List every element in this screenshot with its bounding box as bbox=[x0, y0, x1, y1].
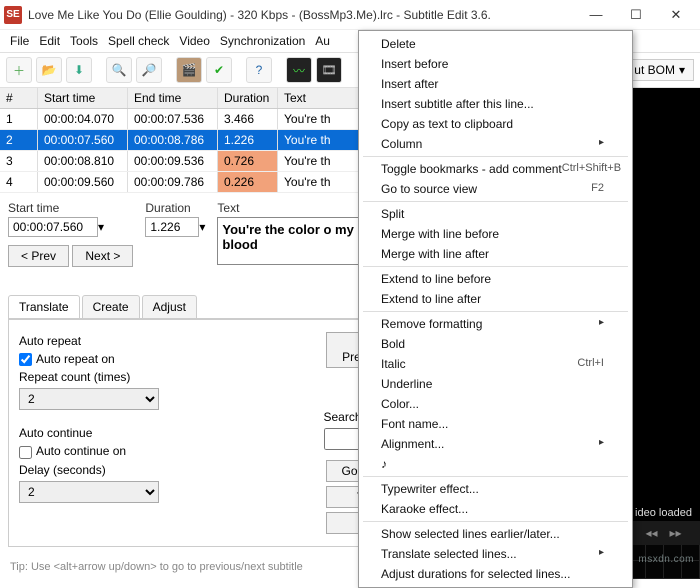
watermark: msxdn.com bbox=[638, 554, 694, 565]
context-menu-item[interactable]: Insert after bbox=[359, 74, 632, 94]
skip-back-icon[interactable]: ◂◂ bbox=[645, 526, 657, 540]
menu-tools[interactable]: Tools bbox=[70, 34, 98, 48]
menu-spellcheck[interactable]: Spell check bbox=[108, 34, 169, 48]
text-label: Text bbox=[217, 201, 239, 215]
help-icon[interactable]: ? bbox=[246, 57, 272, 83]
context-menu-item[interactable]: ♪ bbox=[359, 454, 632, 474]
menu-video[interactable]: Video bbox=[179, 34, 209, 48]
play-icon[interactable]: ▸▸ bbox=[670, 526, 682, 540]
context-menu-item[interactable]: Split bbox=[359, 204, 632, 224]
context-menu[interactable]: DeleteInsert beforeInsert afterInsert su… bbox=[358, 30, 633, 588]
menu-file[interactable]: File bbox=[10, 34, 29, 48]
text-input[interactable]: You're the color o my blood bbox=[217, 217, 377, 265]
duration-label: Duration bbox=[145, 201, 205, 215]
tab-adjust[interactable]: Adjust bbox=[142, 295, 197, 318]
context-menu-item[interactable]: Copy as text to clipboard bbox=[359, 114, 632, 134]
context-menu-item[interactable]: Karaoke effect... bbox=[359, 499, 632, 519]
autorepeat-on-label: Auto repeat on bbox=[36, 352, 115, 366]
visualsync-icon[interactable]: 🎬 bbox=[176, 57, 202, 83]
spectrogram-icon[interactable]: 🎞 bbox=[316, 57, 342, 83]
context-menu-item[interactable]: Column bbox=[359, 134, 632, 154]
autocontinue-label: Auto continue bbox=[19, 426, 304, 440]
context-menu-item[interactable]: Extend to line before bbox=[359, 269, 632, 289]
col-end[interactable]: End time bbox=[128, 88, 218, 108]
close-button[interactable]: ✕ bbox=[656, 3, 696, 27]
chevron-down-icon: ▾ bbox=[679, 63, 685, 77]
menu-edit[interactable]: Edit bbox=[39, 34, 60, 48]
video-panel: ideo loaded ◂◂ ▸▸ bbox=[627, 88, 700, 579]
context-menu-item[interactable]: Merge with line before bbox=[359, 224, 632, 244]
titlebar: SE Love Me Like You Do (Ellie Goulding) … bbox=[0, 0, 700, 30]
context-menu-item[interactable]: Remove formatting bbox=[359, 314, 632, 334]
repeat-count-label: Repeat count (times) bbox=[19, 370, 304, 384]
context-menu-item[interactable]: Adjust durations for selected lines... bbox=[359, 564, 632, 584]
replace-icon[interactable]: 🔎 bbox=[136, 57, 162, 83]
col-dur[interactable]: Duration bbox=[218, 88, 278, 108]
autorepeat-label: Auto repeat bbox=[19, 334, 304, 348]
context-menu-item[interactable]: Bold bbox=[359, 334, 632, 354]
menu-auto[interactable]: Au bbox=[315, 34, 330, 48]
video-status: ideo loaded bbox=[627, 507, 700, 519]
context-menu-item[interactable]: Typewriter effect... bbox=[359, 479, 632, 499]
save-icon[interactable]: ⬇ bbox=[66, 57, 92, 83]
context-menu-item[interactable]: Show selected lines earlier/later... bbox=[359, 524, 632, 544]
duration-input[interactable] bbox=[145, 217, 199, 237]
waveform-icon[interactable]: 〰 bbox=[286, 57, 312, 83]
context-menu-item[interactable]: Alignment... bbox=[359, 434, 632, 454]
repeat-count-select[interactable]: 2 bbox=[19, 388, 159, 410]
context-menu-item[interactable]: Translate selected lines... bbox=[359, 544, 632, 564]
maximize-button[interactable]: ☐ bbox=[616, 3, 656, 27]
context-menu-item[interactable]: Toggle bookmarks - add commentCtrl+Shift… bbox=[359, 159, 632, 179]
col-start[interactable]: Start time bbox=[38, 88, 128, 108]
context-menu-item[interactable]: Color... bbox=[359, 394, 632, 414]
context-menu-item[interactable]: Insert before bbox=[359, 54, 632, 74]
autocontinue-checkbox[interactable] bbox=[19, 446, 32, 459]
context-menu-item[interactable]: Font name... bbox=[359, 414, 632, 434]
context-menu-item[interactable]: Go to source viewF2 bbox=[359, 179, 632, 199]
find-icon[interactable]: 🔍 bbox=[106, 57, 132, 83]
col-num[interactable]: # bbox=[0, 88, 38, 108]
prev-button[interactable]: < Prev bbox=[8, 245, 69, 267]
new-icon[interactable]: ＋ bbox=[6, 57, 32, 83]
context-menu-item[interactable]: Underline bbox=[359, 374, 632, 394]
minimize-button[interactable]: — bbox=[576, 3, 616, 27]
encoding-dropdown[interactable]: ut BOM▾ bbox=[625, 59, 694, 81]
tab-translate[interactable]: Translate bbox=[8, 295, 80, 318]
autorepeat-checkbox[interactable] bbox=[19, 353, 32, 366]
autocontinue-on-label: Auto continue on bbox=[36, 444, 126, 458]
video-controls[interactable]: ◂◂ ▸▸ bbox=[627, 521, 700, 545]
tab-create[interactable]: Create bbox=[82, 295, 140, 318]
start-time-input[interactable] bbox=[8, 217, 98, 237]
delay-label: Delay (seconds) bbox=[19, 463, 304, 477]
menu-sync[interactable]: Synchronization bbox=[220, 34, 305, 48]
app-icon: SE bbox=[4, 6, 22, 24]
context-menu-item[interactable]: Extend to line after bbox=[359, 289, 632, 309]
context-menu-item[interactable]: Insert subtitle after this line... bbox=[359, 94, 632, 114]
context-menu-item[interactable]: Delete bbox=[359, 34, 632, 54]
delay-select[interactable]: 2 bbox=[19, 481, 159, 503]
spellcheck-icon[interactable]: ✔ bbox=[206, 57, 232, 83]
open-icon[interactable]: 📂 bbox=[36, 57, 62, 83]
window-title: Love Me Like You Do (Ellie Goulding) - 3… bbox=[28, 8, 576, 22]
next-button[interactable]: Next > bbox=[72, 245, 133, 267]
start-time-label: Start time bbox=[8, 201, 133, 215]
context-menu-item[interactable]: ItalicCtrl+I bbox=[359, 354, 632, 374]
context-menu-item[interactable]: Merge with line after bbox=[359, 244, 632, 264]
